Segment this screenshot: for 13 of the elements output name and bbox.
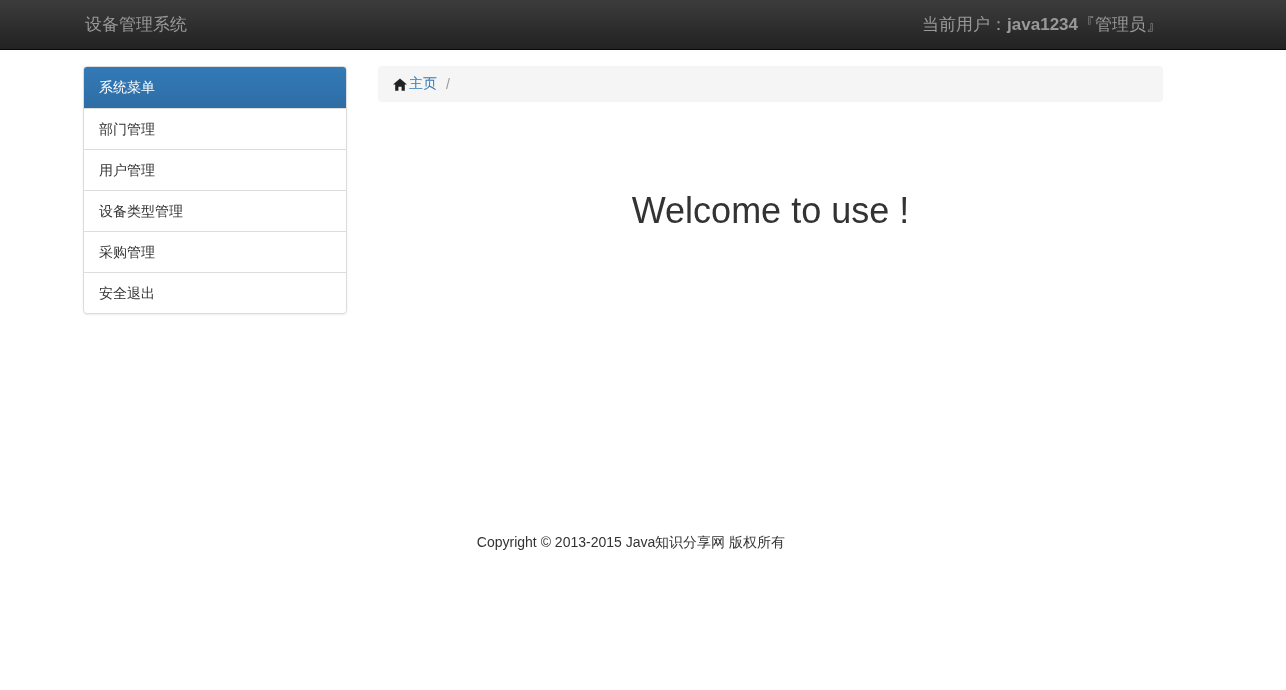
menu-item[interactable]: 设备类型管理 [84,190,346,231]
breadcrumb-link[interactable]: 主页 [409,75,437,93]
home-icon [393,77,407,91]
current-user-label: 当前用户：java1234『管理员』 [922,14,1163,36]
welcome-heading: Welcome to use ! [630,190,911,232]
menu-item[interactable]: 用户管理 [84,149,346,190]
copyright-text: Copyright © 2013-2015 Java知识分享网 版权所有 [475,534,787,552]
menu-item[interactable]: 部门管理 [84,108,346,149]
breadcrumb-separator: / [445,76,450,92]
brand-title[interactable]: 设备管理系统 [83,13,187,36]
menu-item[interactable]: 安全退出 [84,272,346,313]
menu-item[interactable]: 采购管理 [84,231,346,272]
menu-title: 系统菜单 [84,67,346,108]
